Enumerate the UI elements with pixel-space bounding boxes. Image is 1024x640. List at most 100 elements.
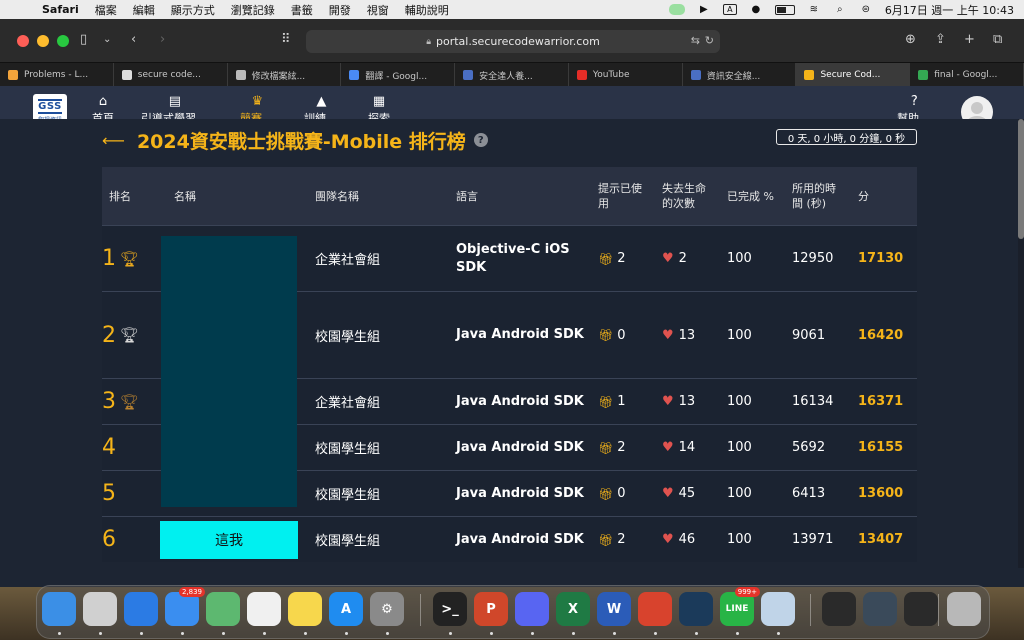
- url-text: portal.securecodewarrior.com: [435, 35, 600, 48]
- browser-tab[interactable]: YouTube: [569, 63, 683, 87]
- battery-icon[interactable]: [774, 4, 795, 15]
- powerpoint-icon[interactable]: P: [474, 592, 508, 626]
- finder-icon[interactable]: [42, 592, 76, 626]
- hints-cell: 🎁︎ 0: [598, 471, 648, 516]
- rank-value: 4: [102, 435, 116, 460]
- team-name: 企業社會組: [315, 253, 381, 268]
- table-row[interactable]: 6 校園學生組 Java Android SDK 🎁︎ 2 ♥ 46 100 13971 1340…: [102, 516, 917, 562]
- browser-tab[interactable]: 修改檔案絃...: [228, 63, 342, 87]
- input-source-icon[interactable]: A: [722, 4, 737, 15]
- menu-view[interactable]: 顯示方式: [171, 2, 215, 18]
- header-language[interactable]: 語言: [456, 167, 536, 225]
- safari-icon[interactable]: [124, 592, 158, 626]
- downloads-icon[interactable]: ⊕: [905, 32, 916, 47]
- lives-value: 46: [678, 532, 696, 547]
- scrollbar-thumb[interactable]: [1018, 119, 1024, 239]
- user-icon[interactable]: ●: [749, 4, 763, 15]
- menu-bookmarks[interactable]: 書籤: [291, 2, 313, 18]
- chevron-down-icon[interactable]: ⌄: [103, 34, 111, 45]
- clipboard-icon: ▤: [168, 94, 181, 109]
- reload-icon[interactable]: ↻: [705, 34, 714, 47]
- rank-value: 6: [102, 527, 116, 552]
- back-icon[interactable]: ‹: [131, 32, 136, 47]
- excel-icon[interactable]: X: [556, 592, 590, 626]
- page-title: 2024資安戰士挑戰賽-Mobile 排行榜: [136, 130, 466, 153]
- window-thumbnail-icon[interactable]: [904, 592, 938, 626]
- address-bar[interactable]: 🔒︎ portal.securecodewarrior.com ⇆ ↻: [306, 30, 720, 53]
- running-indicator: [304, 632, 307, 635]
- control-center-icon[interactable]: ⊜: [859, 4, 873, 15]
- menu-app-name[interactable]: Safari: [42, 3, 79, 16]
- forward-icon[interactable]: ›: [160, 32, 165, 47]
- discord-icon[interactable]: [515, 592, 549, 626]
- steam-icon[interactable]: [679, 592, 713, 626]
- header-rank[interactable]: 排名: [109, 167, 159, 225]
- browser-tab[interactable]: Problems - L...: [0, 63, 114, 87]
- header-lives[interactable]: 失去生命的次數: [662, 167, 714, 225]
- maps-icon[interactable]: [206, 592, 240, 626]
- score-value: 16371: [858, 394, 904, 409]
- close-window-button[interactable]: [17, 34, 29, 47]
- wifi-icon[interactable]: ≋: [807, 4, 821, 15]
- time-value: 12950: [792, 251, 834, 266]
- score-cell: 16371: [858, 379, 913, 424]
- notes-icon[interactable]: [288, 592, 322, 626]
- mail-icon[interactable]: 2,839: [165, 587, 205, 626]
- menu-window[interactable]: 視窗: [367, 2, 389, 18]
- rank-cell: 1 🏆︎: [102, 226, 142, 291]
- countdown-timer: 0 天, 0 小時, 0 分鐘, 0 秒: [776, 129, 917, 145]
- browser-tab[interactable]: 安全達人養...: [455, 63, 569, 87]
- completed-cell: 100: [727, 471, 777, 516]
- menu-help[interactable]: 輔助說明: [405, 2, 449, 18]
- system-settings-icon[interactable]: ⚙: [370, 592, 404, 626]
- browser-tab[interactable]: 翻譯 - Googl...: [341, 63, 456, 87]
- line-icon[interactable]: LINE 999+: [720, 587, 760, 626]
- rank-value: 3: [102, 389, 116, 414]
- new-tab-icon[interactable]: +: [964, 32, 975, 47]
- terminal-icon[interactable]: >_: [433, 592, 467, 626]
- back-arrow-icon[interactable]: ⟵: [102, 131, 125, 150]
- preview-icon[interactable]: [761, 592, 795, 626]
- window-thumbnail-icon[interactable]: [822, 592, 856, 626]
- header-completed[interactable]: 已完成 %: [727, 167, 787, 225]
- play-icon[interactable]: ▶: [697, 4, 711, 15]
- header-team[interactable]: 團隊名稱: [315, 167, 415, 225]
- table-row[interactable]: 1 🏆︎ 企業社會組 Objective-C iOS SDK 🎁︎ 2 ♥ 2 100 12950…: [102, 225, 917, 507]
- header-score[interactable]: 分: [858, 167, 888, 225]
- question-icon: ?: [910, 94, 918, 109]
- translate-icon[interactable]: ⇆: [691, 34, 700, 47]
- help-icon[interactable]: ?: [473, 133, 488, 147]
- favicon-icon: [918, 70, 929, 80]
- menu-clock[interactable]: 6月17日 週一 上午 10:43: [885, 2, 1014, 18]
- browser-tab[interactable]: secure code...: [114, 63, 228, 87]
- header-time[interactable]: 所用的時間 (秒): [792, 167, 844, 225]
- favicon-icon: [121, 70, 132, 80]
- browser-tab[interactable]: final - Googl...: [910, 63, 1024, 87]
- remote-desktop-icon[interactable]: [638, 592, 672, 626]
- show-all-tabs-icon[interactable]: ⧉: [993, 32, 1002, 47]
- zoom-window-button[interactable]: [57, 34, 69, 47]
- menu-history[interactable]: 瀏覽記錄: [231, 2, 275, 18]
- heart-icon: ♥: [662, 440, 674, 455]
- word-icon[interactable]: W: [597, 592, 631, 626]
- running-indicator: [345, 632, 348, 635]
- app-store-icon[interactable]: A: [329, 592, 363, 626]
- header-name[interactable]: 名稱: [174, 167, 254, 225]
- tab-label: secure code...: [137, 70, 201, 80]
- sidebar-toggle-icon[interactable]: ▯: [80, 32, 87, 47]
- header-hints[interactable]: 提示已使用: [598, 167, 648, 225]
- photos-icon[interactable]: [247, 592, 281, 626]
- minimize-window-button[interactable]: [37, 34, 49, 47]
- search-icon[interactable]: ⌕: [833, 4, 847, 15]
- menu-edit[interactable]: 編輯: [133, 2, 155, 18]
- browser-tab[interactable]: Secure Cod...: [796, 63, 911, 87]
- tab-overview-icon[interactable]: ⠿: [281, 32, 291, 47]
- window-thumbnail-icon[interactable]: [863, 592, 897, 626]
- menu-develop[interactable]: 開發: [329, 2, 351, 18]
- trash-icon[interactable]: [947, 592, 981, 626]
- heart-icon: ♥: [662, 394, 674, 409]
- share-icon[interactable]: ⇪: [935, 32, 946, 47]
- launchpad-icon[interactable]: [83, 592, 117, 626]
- browser-tab[interactable]: 資訊安全線...: [683, 63, 797, 87]
- menu-file[interactable]: 檔案: [95, 2, 117, 18]
